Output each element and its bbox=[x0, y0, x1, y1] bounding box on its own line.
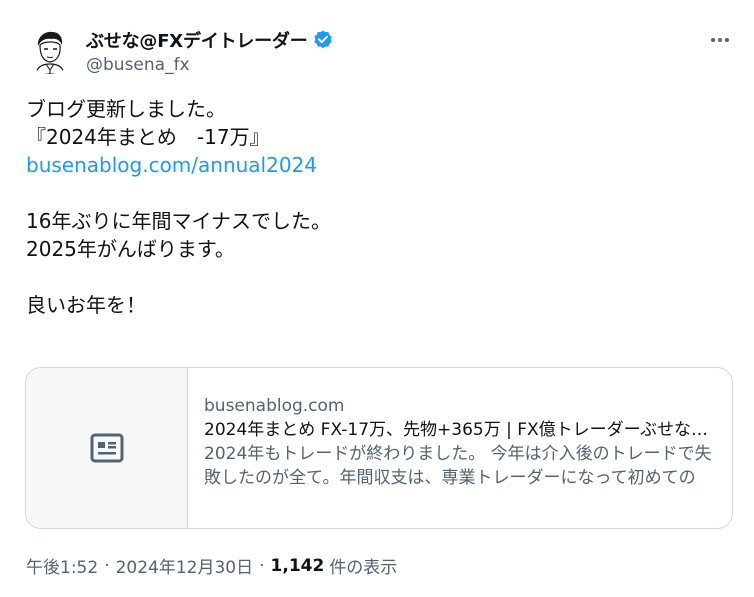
more-horizontal-icon bbox=[725, 38, 729, 42]
link-preview-card[interactable]: busenablog.com 2024年まとめ FX-17万、先物+365万 |… bbox=[25, 367, 733, 529]
views-label: 件の表示 bbox=[329, 558, 398, 578]
tweet-date[interactable]: 2024年12月30日 bbox=[116, 553, 254, 578]
more-horizontal-icon bbox=[718, 38, 722, 42]
views-count[interactable]: 1,142 bbox=[271, 556, 325, 576]
avatar[interactable] bbox=[26, 26, 74, 74]
more-options-button[interactable] bbox=[704, 26, 736, 54]
verified-badge-icon[interactable] bbox=[312, 29, 334, 51]
tweet-line: ブログ更新しました。 bbox=[26, 97, 226, 121]
tweet-link[interactable]: busenablog.com/annual2024 bbox=[26, 153, 317, 177]
author-name-row: ぶせな@FXデイトレーダー bbox=[86, 27, 334, 53]
separator: · bbox=[259, 555, 265, 576]
tweet-text: ブログ更新しました。 『2024年まとめ -17万』 busenablog.co… bbox=[26, 95, 726, 319]
tweet-metadata: 午後1:52 · 2024年12月30日 · 1,142 件の表示 bbox=[26, 553, 398, 579]
tweet-line: 『2024年まとめ -17万』 bbox=[26, 125, 270, 149]
more-horizontal-icon bbox=[711, 38, 715, 42]
author-display-name[interactable]: ぶせな@FXデイトレーダー bbox=[86, 27, 308, 53]
separator: · bbox=[104, 555, 110, 576]
tweet-line: 2025年がんばります。 bbox=[26, 237, 235, 261]
author-handle[interactable]: @busena_fx bbox=[86, 55, 190, 75]
tweet: ぶせな@FXデイトレーダー @busena_fx ブログ更新しました。 『202… bbox=[0, 0, 754, 597]
tweet-time[interactable]: 午後1:52 bbox=[26, 553, 98, 578]
card-description: 2024年もトレードが終わりました。 今年は介入後のトレードで失敗したのが全て。… bbox=[204, 444, 712, 488]
card-title: 2024年まとめ FX-17万、先物+365万 | FX億トレーダーぶせなのブロ… bbox=[204, 420, 712, 440]
card-text: busenablog.com 2024年まとめ FX-17万、先物+365万 |… bbox=[188, 368, 730, 528]
tweet-line: 16年ぶりに年間マイナスでした。 bbox=[26, 209, 332, 233]
card-domain: busenablog.com bbox=[204, 396, 345, 416]
article-icon bbox=[90, 433, 123, 463]
card-thumbnail bbox=[26, 368, 188, 528]
tweet-line: 良いお年を！ bbox=[26, 293, 146, 317]
cartoon-avatar-icon bbox=[26, 26, 74, 74]
